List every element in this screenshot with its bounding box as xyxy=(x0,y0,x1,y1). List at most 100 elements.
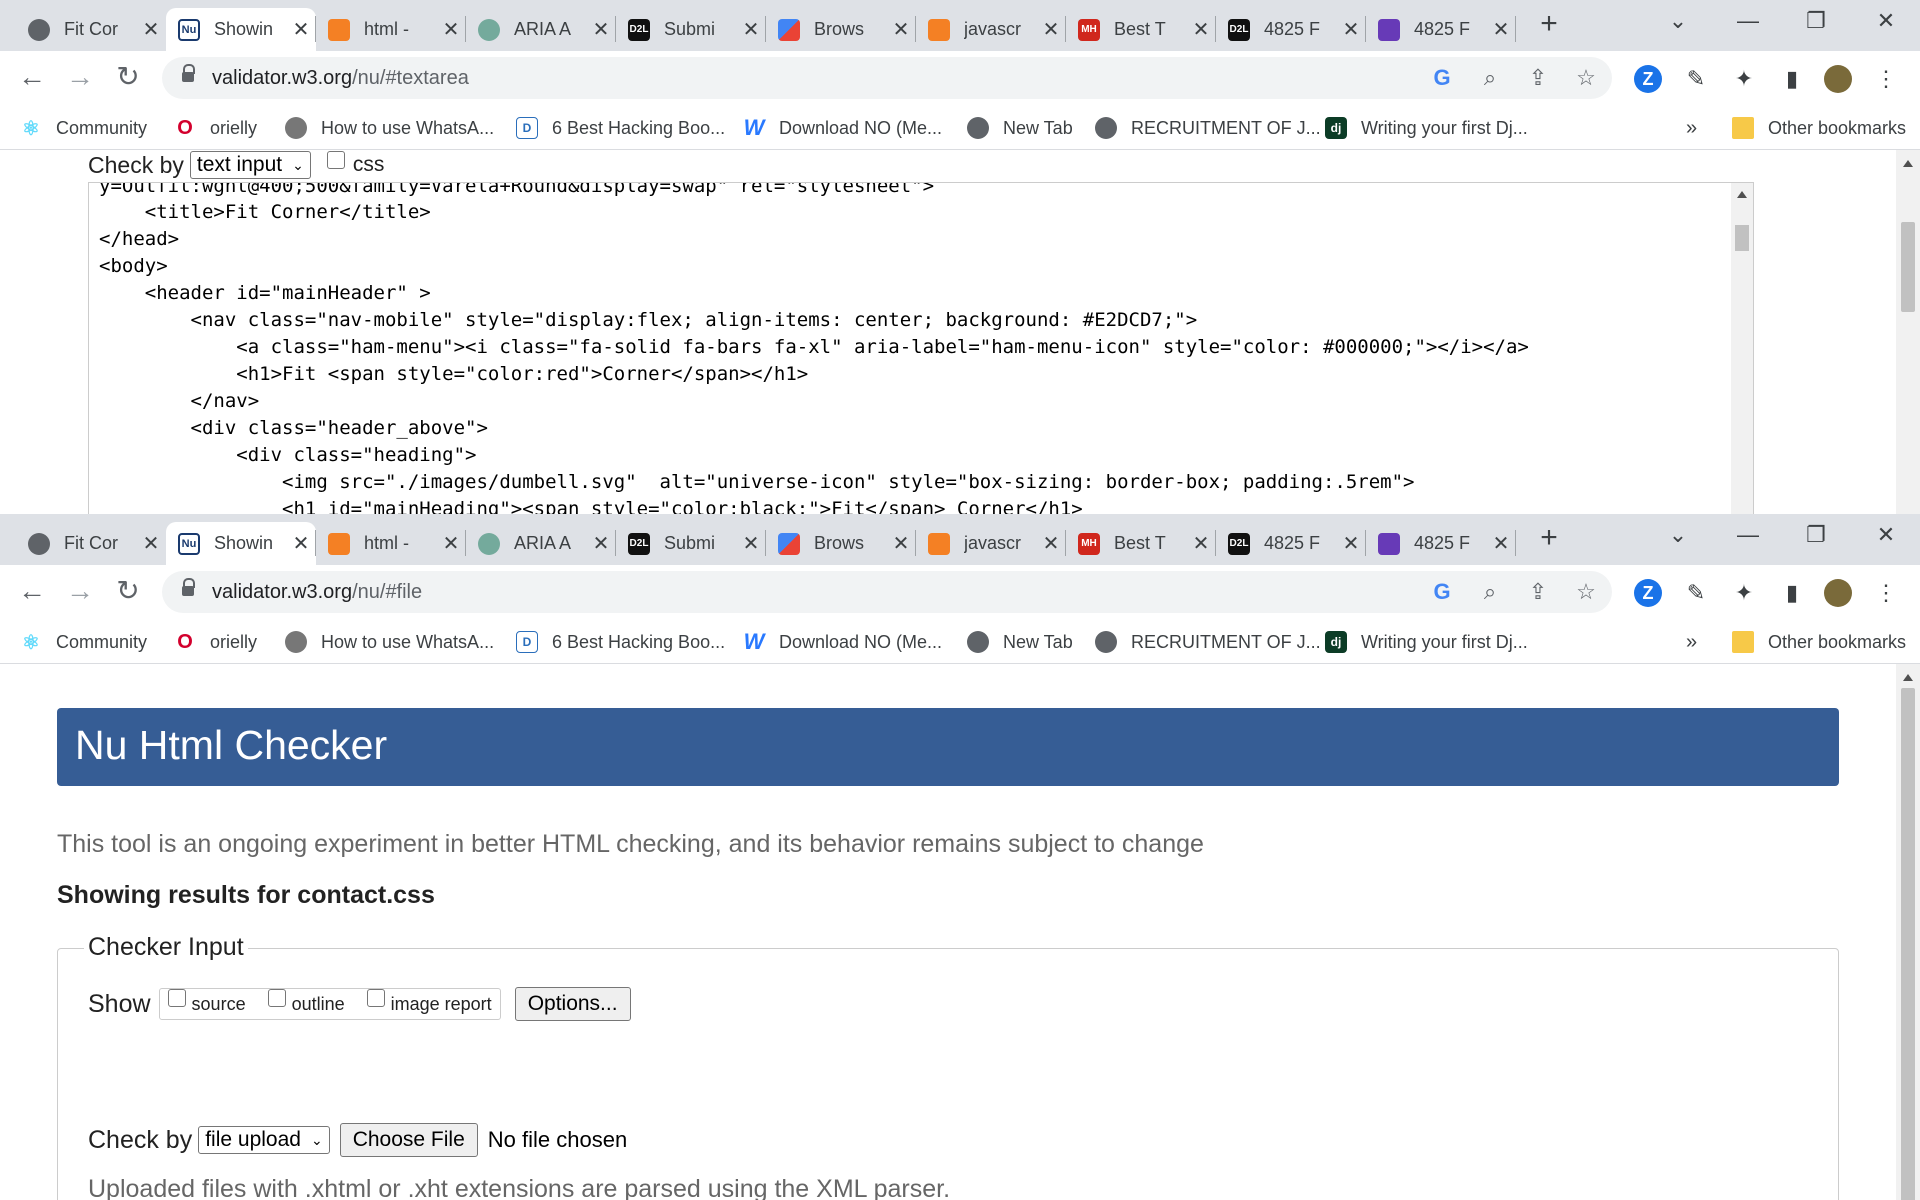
tab-html[interactable]: html - ✕ xyxy=(316,8,466,51)
extensions-icon[interactable]: ✦ xyxy=(1730,65,1758,93)
forward-icon[interactable]: → xyxy=(64,62,96,94)
bookmark-community[interactable]: ⚛ Community xyxy=(20,115,147,141)
tab-4825-a[interactable]: D2L 4825 F ✕ xyxy=(1216,522,1366,565)
google-lens-icon[interactable]: G xyxy=(1428,578,1456,606)
address-bar[interactable]: validator.w3.org/nu/#file G ⌕ ⇪ ☆ xyxy=(162,571,1612,613)
eyedropper-extension-icon[interactable]: ✎ xyxy=(1682,579,1710,607)
textarea-scrollbar[interactable] xyxy=(1731,183,1753,514)
reload-icon[interactable]: ↻ xyxy=(112,62,144,94)
bookmark-orielly[interactable]: O orielly xyxy=(174,629,257,655)
close-icon[interactable]: ✕ xyxy=(442,17,460,42)
bookmark-star-icon[interactable]: ☆ xyxy=(1572,64,1600,92)
tab-browse[interactable]: Brows ✕ xyxy=(766,8,916,51)
other-bookmarks[interactable]: Other bookmarks xyxy=(1732,629,1906,655)
close-icon[interactable]: ✕ xyxy=(142,531,160,556)
menu-kebab-icon[interactable]: ⋮ xyxy=(1872,579,1900,607)
options-button[interactable]: Options... xyxy=(514,987,631,1021)
bookmark-download[interactable]: W Download NO (Me... xyxy=(743,629,942,655)
close-icon[interactable]: ✕ xyxy=(292,531,310,556)
check-by-select[interactable]: file upload ⌄ xyxy=(198,1126,330,1154)
zoom-extension-icon[interactable]: Z xyxy=(1634,65,1662,93)
close-icon[interactable]: ✕ xyxy=(592,531,610,556)
close-icon[interactable]: ✕ xyxy=(1042,531,1060,556)
bookmark-new-tab[interactable]: New Tab xyxy=(967,629,1073,655)
close-icon[interactable]: ✕ xyxy=(1342,17,1360,42)
bookmark-whatsapp[interactable]: How to use WhatsA... xyxy=(285,629,494,655)
close-icon[interactable]: ✕ xyxy=(592,17,610,42)
close-icon[interactable]: ✕ xyxy=(442,531,460,556)
google-lens-icon[interactable]: G xyxy=(1428,64,1456,92)
scroll-up-arrow-icon[interactable] xyxy=(1737,191,1747,198)
source-textarea[interactable]: y=Outfit:wght@400;500&family=Varela+Roun… xyxy=(88,182,1754,514)
scroll-up-arrow-icon[interactable] xyxy=(1903,160,1913,167)
show-image-report-option[interactable]: image report xyxy=(366,989,492,1015)
textarea-scroll-thumb[interactable] xyxy=(1735,225,1749,251)
close-icon[interactable]: ✕ xyxy=(742,531,760,556)
choose-file-button[interactable]: Choose File xyxy=(339,1123,478,1157)
address-bar[interactable]: validator.w3.org/nu/#textarea G ⌕ ⇪ ☆ xyxy=(162,57,1612,99)
zoom-icon[interactable]: ⌕ xyxy=(1476,64,1504,92)
close-window-icon[interactable]: ✕ xyxy=(1868,8,1904,38)
close-icon[interactable]: ✕ xyxy=(1042,17,1060,42)
restore-icon[interactable]: ❐ xyxy=(1798,8,1834,38)
avatar[interactable] xyxy=(1824,579,1852,607)
tab-browse[interactable]: Brows ✕ xyxy=(766,522,916,565)
tab-showing-results[interactable]: Nu Showin ✕ xyxy=(166,522,316,565)
bookmarks-overflow-chevron[interactable]: » xyxy=(1686,629,1697,655)
close-icon[interactable]: ✕ xyxy=(892,17,910,42)
bookmark-orielly[interactable]: O orielly xyxy=(174,115,257,141)
tab-fit-corner[interactable]: Fit Cor ✕ xyxy=(16,8,166,51)
avatar[interactable] xyxy=(1824,65,1852,93)
page-scroll-thumb[interactable] xyxy=(1901,222,1915,312)
eyedropper-extension-icon[interactable]: ✎ xyxy=(1682,65,1710,93)
back-icon[interactable]: ← xyxy=(16,576,48,608)
reload-icon[interactable]: ↻ xyxy=(112,576,144,608)
close-icon[interactable]: ✕ xyxy=(142,17,160,42)
back-icon[interactable]: ← xyxy=(16,62,48,94)
tab-javascript[interactable]: javascr ✕ xyxy=(916,522,1066,565)
side-panel-icon[interactable]: ▮ xyxy=(1778,579,1806,607)
check-by-select[interactable]: text input ⌄ xyxy=(189,151,311,179)
outline-checkbox[interactable] xyxy=(267,989,286,1007)
show-source-option[interactable]: source xyxy=(167,989,246,1015)
css-checkbox[interactable] xyxy=(326,151,345,169)
page-scroll-thumb[interactable] xyxy=(1901,688,1915,1200)
bookmark-hacking-books[interactable]: D 6 Best Hacking Boo... xyxy=(516,629,725,655)
bookmark-django[interactable]: dj Writing your first Dj... xyxy=(1325,115,1528,141)
close-icon[interactable]: ✕ xyxy=(1192,17,1210,42)
tab-4825-a[interactable]: D2L 4825 F ✕ xyxy=(1216,8,1366,51)
menu-kebab-icon[interactable]: ⋮ xyxy=(1872,65,1900,93)
close-icon[interactable]: ✕ xyxy=(1342,531,1360,556)
bookmarks-overflow-chevron[interactable]: » xyxy=(1686,115,1697,141)
bookmark-hacking-books[interactable]: D 6 Best Hacking Boo... xyxy=(516,115,725,141)
bookmark-recruitment[interactable]: RECRUITMENT OF J... xyxy=(1095,115,1321,141)
restore-icon[interactable]: ❐ xyxy=(1798,522,1834,552)
bookmark-download[interactable]: W Download NO (Me... xyxy=(743,115,942,141)
other-bookmarks[interactable]: Other bookmarks xyxy=(1732,115,1906,141)
tab-javascript[interactable]: javascr ✕ xyxy=(916,8,1066,51)
extensions-icon[interactable]: ✦ xyxy=(1730,579,1758,607)
close-window-icon[interactable]: ✕ xyxy=(1868,522,1904,552)
tab-submit[interactable]: D2L Submi ✕ xyxy=(616,522,766,565)
show-outline-option[interactable]: outline xyxy=(267,989,345,1015)
bookmark-community[interactable]: ⚛ Community xyxy=(20,629,147,655)
close-icon[interactable]: ✕ xyxy=(1492,531,1510,556)
bookmark-new-tab[interactable]: New Tab xyxy=(967,115,1073,141)
bookmark-whatsapp[interactable]: How to use WhatsA... xyxy=(285,115,494,141)
tab-aria[interactable]: ARIA A ✕ xyxy=(466,8,616,51)
bookmark-django[interactable]: dj Writing your first Dj... xyxy=(1325,629,1528,655)
tab-showing-results[interactable]: Nu Showin ✕ xyxy=(166,8,316,51)
side-panel-icon[interactable]: ▮ xyxy=(1778,65,1806,93)
tab-aria[interactable]: ARIA A ✕ xyxy=(466,522,616,565)
tab-search-chevron-icon[interactable]: ⌄ xyxy=(1660,522,1696,552)
tab-search-chevron-icon[interactable]: ⌄ xyxy=(1660,8,1696,38)
page-scrollbar[interactable] xyxy=(1896,664,1920,1200)
tab-html[interactable]: html - ✕ xyxy=(316,522,466,565)
share-icon[interactable]: ⇪ xyxy=(1524,64,1552,92)
share-icon[interactable]: ⇪ xyxy=(1524,578,1552,606)
tab-best-tv[interactable]: MH Best T ✕ xyxy=(1066,522,1216,565)
close-icon[interactable]: ✕ xyxy=(1192,531,1210,556)
page-scrollbar[interactable] xyxy=(1896,150,1920,514)
new-tab-icon[interactable]: + xyxy=(1534,523,1564,554)
lock-icon[interactable] xyxy=(182,578,195,600)
